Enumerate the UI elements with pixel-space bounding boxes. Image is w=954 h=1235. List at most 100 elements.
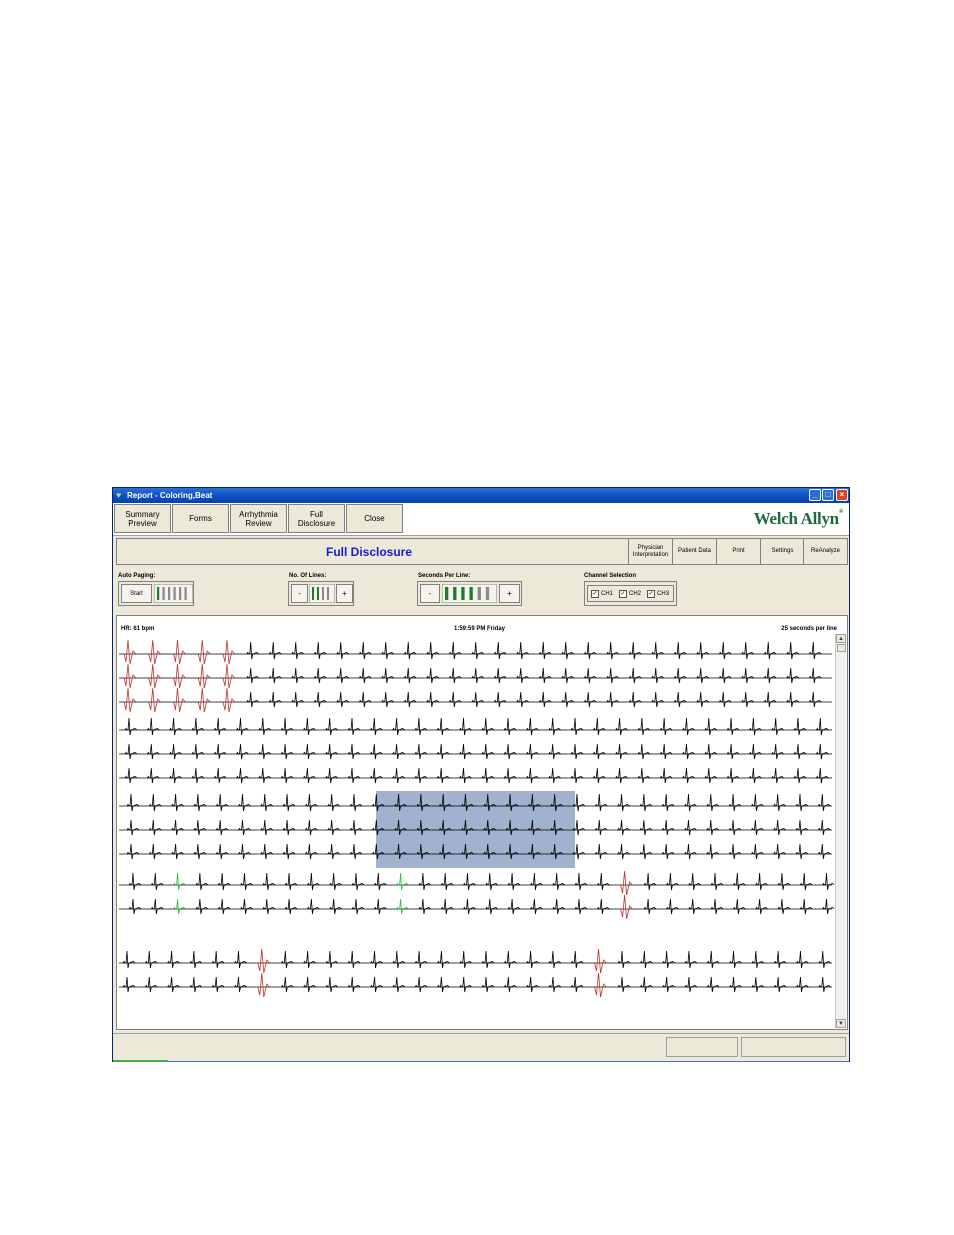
- ecg-beat: [526, 767, 539, 784]
- patient-data-button[interactable]: Patient Data: [672, 539, 716, 564]
- welch-allyn-logo: Welch Allyn®: [753, 509, 844, 529]
- ecg-beat: [213, 717, 227, 736]
- ch2-checkbox[interactable]: ✓ CH2: [619, 589, 641, 598]
- ecg-beat: [606, 641, 619, 660]
- ecg-beat: [493, 641, 507, 660]
- auto-paging-level[interactable]: [154, 584, 193, 603]
- ecg-beat: [592, 767, 606, 784]
- arrhythmia-review-button[interactable]: Arrhythmia Review: [230, 504, 287, 533]
- print-button[interactable]: Print: [716, 539, 760, 564]
- ecg-beat: [763, 691, 777, 708]
- close-button[interactable]: Close: [346, 504, 403, 533]
- ch1-label: CH1: [601, 590, 614, 597]
- seconds-level[interactable]: [442, 584, 497, 603]
- ecg-beat: [303, 717, 316, 736]
- ecg-beat: [615, 743, 628, 760]
- logo-text: Welch Allyn: [753, 509, 839, 528]
- ecg-beat: [728, 819, 742, 836]
- ecg-beat: [732, 872, 746, 891]
- level-bar: [179, 587, 182, 600]
- ecg-beat: [726, 717, 740, 736]
- ecg-beat: [463, 872, 476, 891]
- ecg-beat: [392, 743, 405, 760]
- minimize-button[interactable]: _: [809, 489, 821, 501]
- ch1-checkbox[interactable]: ✓ CH1: [591, 589, 614, 598]
- scroll-thumb[interactable]: [837, 644, 846, 652]
- ecg-beat: [799, 898, 813, 915]
- settings-button[interactable]: Settings: [760, 539, 804, 564]
- ecg-beat: [706, 793, 720, 812]
- ch3-checkbox[interactable]: ✓ CH3: [647, 589, 669, 598]
- maximize-button[interactable]: □: [822, 489, 834, 501]
- seconds-minus-button[interactable]: -: [420, 584, 440, 603]
- ecg-beat: [436, 717, 450, 736]
- ecg-beat: [193, 793, 207, 812]
- lines-level[interactable]: [309, 584, 335, 603]
- reanalyze-button[interactable]: ReAnalyze: [803, 539, 847, 564]
- ecg-beat: [280, 976, 294, 993]
- ecg-beat: [325, 717, 338, 736]
- ecg-beat: [481, 976, 495, 993]
- ecg-beat: [503, 976, 517, 993]
- level-bar: [469, 587, 473, 600]
- ecg-beat: [662, 976, 675, 993]
- physician-interpretation-button[interactable]: Physician Interpretation: [628, 539, 672, 564]
- ecg-beat: [516, 691, 529, 708]
- ecg-beat: [150, 872, 164, 891]
- summary-preview-label-2: Preview: [128, 518, 157, 528]
- ecg-beat: [773, 819, 786, 836]
- ecg-beat: [661, 793, 675, 812]
- window-title: Report - Coloring,Beat: [127, 491, 213, 500]
- ecg-beat: [583, 641, 597, 660]
- vertical-scrollbar[interactable]: ▲ ▼: [835, 634, 846, 1028]
- ecg-beat: [706, 843, 720, 860]
- summary-preview-button[interactable]: Summary Preview: [114, 504, 171, 533]
- close-window-button[interactable]: ×: [836, 489, 848, 501]
- page-header: Full Disclosure Physician Interpretation …: [116, 538, 848, 565]
- ecg-panel[interactable]: HR: 61 bpm 1:59:59 PM Friday 25 seconds …: [116, 615, 848, 1030]
- ecg-beat: [481, 767, 495, 784]
- ecg-beat: [236, 743, 249, 760]
- ecg-strips[interactable]: [119, 633, 834, 1028]
- ecg-beat: [222, 687, 236, 713]
- ecg-beat: [574, 872, 588, 891]
- ecg-beat: [369, 743, 383, 760]
- ecg-beat: [706, 819, 720, 836]
- ecg-beat: [336, 691, 349, 708]
- ecg-beat: [392, 767, 405, 784]
- ecg-beat: [639, 819, 653, 836]
- full-disclosure-button[interactable]: Full Disclosure: [288, 504, 345, 533]
- start-button[interactable]: Start: [121, 584, 152, 603]
- ecg-beat: [796, 976, 809, 993]
- ecg-beat: [448, 691, 462, 708]
- ecg-beat: [662, 950, 675, 969]
- ecg-beat: [818, 976, 832, 993]
- ecg-beat: [124, 767, 138, 784]
- scroll-down-icon[interactable]: ▼: [836, 1019, 846, 1028]
- ecg-beat: [325, 743, 338, 760]
- ecg-beat: [822, 872, 834, 891]
- ecg-beat: [126, 793, 140, 812]
- ecg-beat: [197, 687, 211, 713]
- ecg-beat: [280, 950, 294, 969]
- ecg-beat: [169, 743, 182, 760]
- ecg-beat: [381, 691, 394, 708]
- ecg-beat: [148, 843, 162, 860]
- forms-button[interactable]: Forms: [172, 504, 229, 533]
- ecg-beat: [808, 641, 822, 660]
- ecg-beat: [548, 976, 562, 993]
- ecg-beat: [729, 950, 742, 969]
- ecg-beat: [284, 872, 298, 891]
- lines-plus-button[interactable]: +: [336, 584, 353, 603]
- seconds-plus-button[interactable]: +: [499, 584, 520, 603]
- ecg-beat: [729, 976, 742, 993]
- scroll-up-icon[interactable]: ▲: [836, 634, 846, 643]
- ecg-beat: [751, 950, 765, 969]
- level-bar: [485, 587, 490, 600]
- ecg-beat: [493, 691, 507, 708]
- ecg-beat: [213, 767, 227, 784]
- ecg-beat: [150, 898, 164, 915]
- ecg-beat: [704, 767, 718, 784]
- lines-minus-button[interactable]: -: [291, 584, 308, 603]
- ecg-beat: [126, 843, 140, 860]
